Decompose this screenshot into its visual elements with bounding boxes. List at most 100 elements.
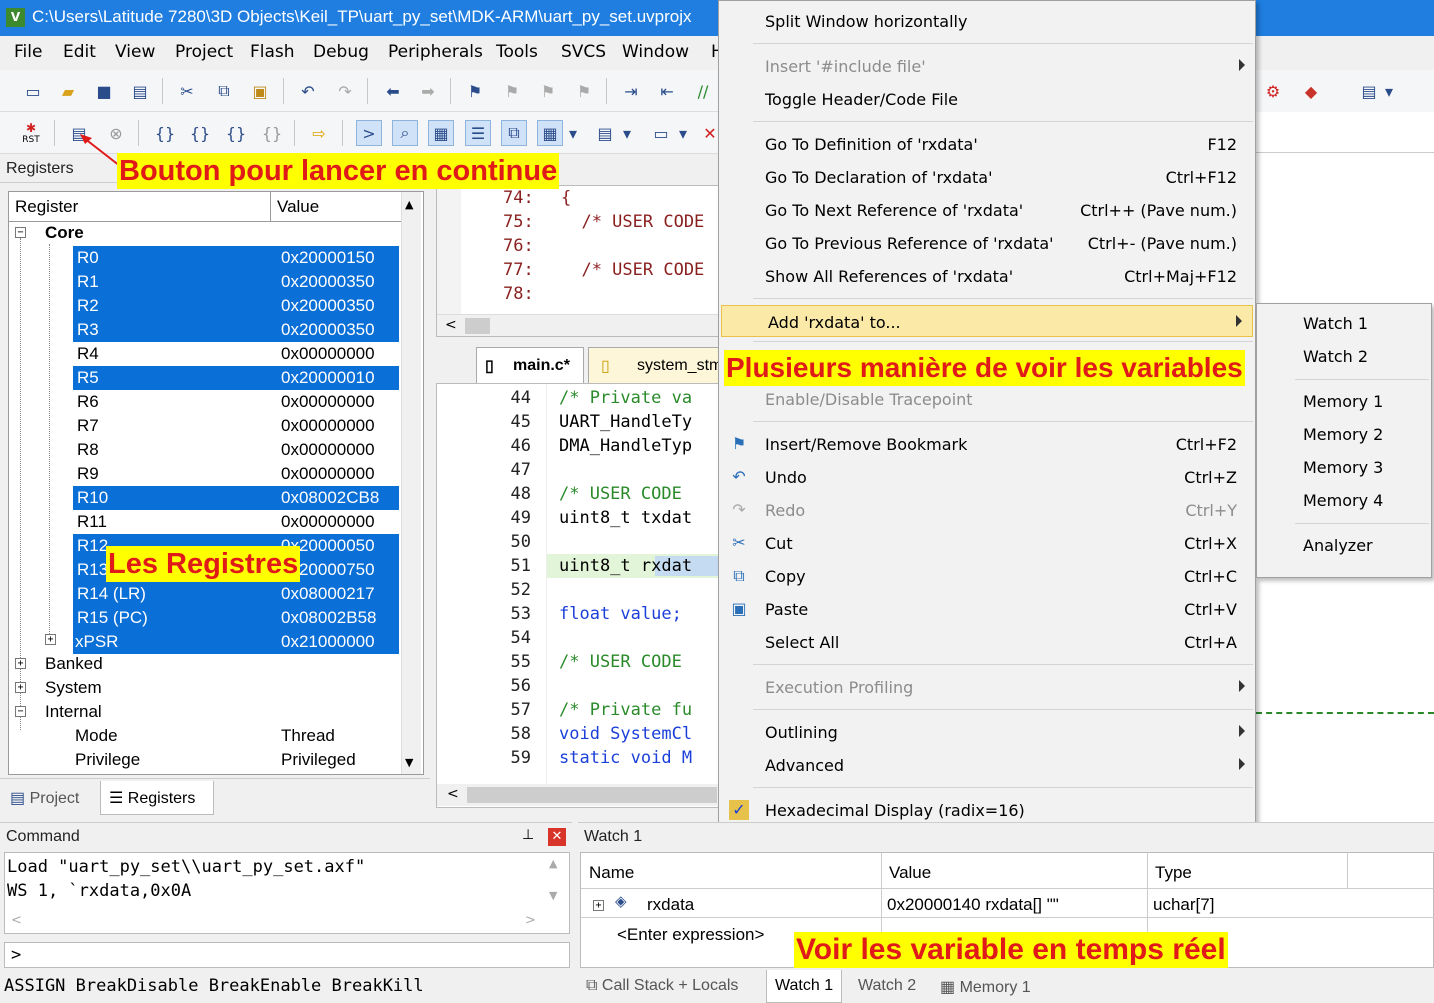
menu-item-go-to-definition[interactable]: Go To Definition of 'rxdata' F12 [719,128,1255,160]
bookmark-icon[interactable]: ⚑ [462,78,488,104]
unindent-icon[interactable]: ⇤ [654,78,680,104]
register-row[interactable]: R10 0x08002CB8 [9,486,399,510]
step-over-icon[interactable]: {} [187,120,213,146]
scroll-down-icon[interactable]: ▼ [405,756,413,769]
save-all-icon[interactable]: ▤ [127,78,153,104]
open-folder-icon[interactable]: ▰ [55,78,81,104]
register-row[interactable]: R14 (LR) 0x08000217 [9,582,399,606]
register-row[interactable]: R2 0x20000350 [9,294,399,318]
menu-file[interactable]: File [14,42,42,62]
register-row[interactable]: R1 0x20000350 [9,270,399,294]
menu-item-next-reference[interactable]: Go To Next Reference of 'rxdata' Ctrl++ (… [719,194,1255,226]
registers-scrollbar[interactable]: ▲ ▼ [401,192,421,774]
copy-icon[interactable]: ⧉ [211,78,237,104]
menu-item-cut[interactable]: ✂ Cut Ctrl+X [719,527,1255,559]
pin-icon[interactable]: ⊥ [522,827,534,843]
menu-peripherals[interactable]: Peripherals [388,42,483,62]
cut-icon[interactable]: ✂ [174,78,200,104]
menu-item-advanced[interactable]: Advanced [719,749,1255,781]
register-row[interactable]: R3 0x20000350 [9,318,399,342]
menu-debug[interactable]: Debug [313,42,369,62]
serial-window-icon[interactable]: ▭ [648,120,674,146]
call-stack-icon[interactable]: ⧉ [501,120,527,146]
register-row[interactable]: R7 0x00000000 [9,414,399,438]
register-row[interactable]: R6 0x00000000 [9,390,399,414]
memory-window-icon[interactable]: ▤ [592,120,618,146]
redo-icon[interactable]: ↷ [332,78,358,104]
register-row[interactable]: R15 (PC) 0x08002B58 [9,606,399,630]
register-row[interactable]: R9 0x00000000 [9,462,399,486]
disassembly-window-icon[interactable]: ⌕ [392,120,418,146]
memory-dropdown-icon[interactable]: ▾ [620,120,634,146]
register-row[interactable]: R0 0x20000150 [9,246,399,270]
paste-icon[interactable]: ▣ [247,78,273,104]
xpsr-expand-icon[interactable]: + [45,634,56,645]
submenu-watch-1[interactable]: Watch 1 [1303,314,1368,333]
comment-icon[interactable]: // [690,78,716,104]
menu-svcs[interactable]: SVCS [561,42,606,62]
save-icon[interactable]: ■ [91,78,117,104]
col-value-header[interactable]: Value [271,192,401,222]
menu-item-select-all[interactable]: Select All Ctrl+A [719,626,1255,658]
submenu-analyzer[interactable]: Analyzer [1303,536,1373,555]
submenu-memory-3[interactable]: Memory 3 [1303,458,1383,477]
tab-call-stack[interactable]: ⧉ Call Stack + Locals [586,977,738,995]
system-expand-icon[interactable]: + [15,682,26,693]
nav-forward-icon[interactable]: ➡ [415,78,441,104]
command-window-icon[interactable]: > [356,120,382,146]
register-row[interactable]: xPSR 0x21000000 [9,630,399,654]
editor-hscrollbar[interactable]: < [437,784,721,806]
banked-expand-icon[interactable]: + [15,658,26,669]
pack-installer-icon[interactable]: ◆ [1298,78,1324,104]
clear-bookmarks-icon[interactable]: ⚑ [571,78,597,104]
tab-watch-2[interactable]: Watch 2 [858,977,916,995]
menu-view[interactable]: View [115,42,155,62]
scroll-left-icon[interactable]: < [447,786,459,802]
watch-col-name[interactable]: Name [589,863,634,883]
rxdata-expand-icon[interactable]: + [593,900,604,911]
command-input[interactable]: > [4,942,570,968]
menu-item-split-window[interactable]: Split Window horizontally [719,5,1255,37]
serial-dropdown-icon[interactable]: ▾ [676,120,690,146]
menu-tools[interactable]: Tools [496,42,538,62]
scroll-left-icon[interactable]: < [445,317,457,333]
watch-row-rxdata[interactable]: + ◈ rxdata 0x20000140 rxdata[] "" uchar[… [581,890,1434,918]
watch-window-icon[interactable]: ▦ [537,120,563,146]
watch-col-value[interactable]: Value [889,863,931,883]
menu-project[interactable]: Project [175,42,233,62]
next-bookmark-icon[interactable]: ⚑ [535,78,561,104]
registers-window-icon[interactable]: ☰ [465,120,491,146]
tab-project[interactable]: ▤ Project [10,788,79,808]
configure-dropdown-icon[interactable]: ▾ [1382,78,1396,104]
show-next-statement-icon[interactable]: ⇨ [306,120,332,146]
internal-collapse-icon[interactable]: − [15,706,26,717]
tab-memory-1[interactable]: ▦ Memory 1 [940,977,1031,997]
indent-icon[interactable]: ⇥ [618,78,644,104]
register-row[interactable]: R11 0x00000000 [9,510,399,534]
run-to-cursor-icon[interactable]: {} [259,120,285,146]
undo-icon[interactable]: ↶ [295,78,321,104]
menu-item-add-to[interactable]: Add 'rxdata' to... [721,305,1253,337]
col-register-header[interactable]: Register [9,192,271,222]
menu-item-paste[interactable]: ▣ Paste Ctrl+V [719,593,1255,625]
enter-expression[interactable]: <Enter expression> [617,925,764,945]
menu-flash[interactable]: Flash [250,42,295,62]
register-row[interactable]: R8 0x00000000 [9,438,399,462]
menu-item-execution-profiling[interactable]: Execution Profiling [719,671,1255,703]
tab-system-stm[interactable]: ▯ system_stm [588,347,720,383]
watch-dropdown-icon[interactable]: ▾ [566,120,580,146]
menu-edit[interactable]: Edit [63,42,96,62]
watch-col-type[interactable]: Type [1155,863,1192,883]
menu-item-previous-reference[interactable]: Go To Previous Reference of 'rxdata' Ctrl… [719,227,1255,259]
submenu-memory-2[interactable]: Memory 2 [1303,425,1383,444]
tab-main-c[interactable]: ▯ main.c* [476,347,584,383]
menu-item-go-to-declaration[interactable]: Go To Declaration of 'rxdata' Ctrl+F12 [719,161,1255,193]
tab-registers[interactable]: ☰ Registers [100,781,214,815]
submenu-memory-4[interactable]: Memory 4 [1303,491,1383,510]
reset-cpu-button[interactable]: ✱ RST [18,120,44,146]
menu-item-insert-include[interactable]: Insert '#include file' [719,50,1255,82]
manage-icon[interactable]: ⚙ [1260,78,1286,104]
collapse-icon[interactable]: − [15,227,26,238]
scroll-up-icon[interactable]: ▲ [549,857,557,870]
menu-item-toggle-header[interactable]: Toggle Header/Code File [719,83,1255,115]
